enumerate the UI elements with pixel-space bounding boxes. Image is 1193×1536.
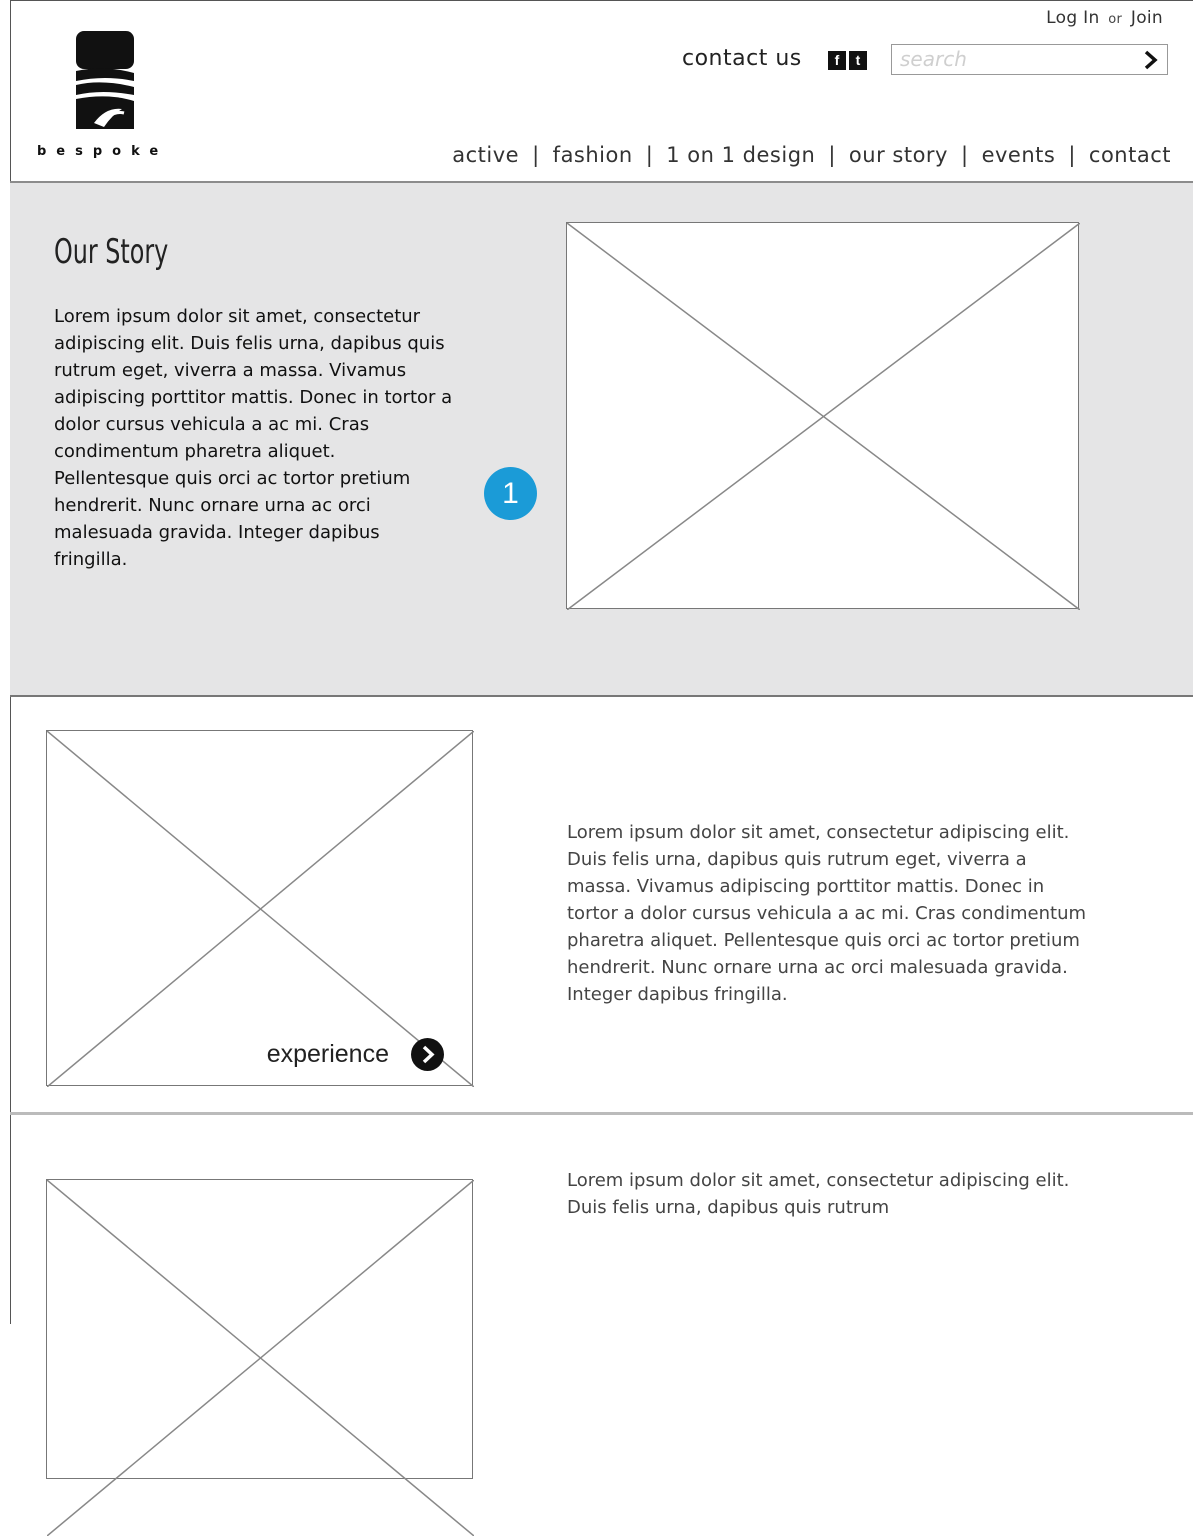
image-placeholder-icon <box>47 731 474 1087</box>
nav-separator: | <box>645 143 654 167</box>
search-box <box>891 44 1168 75</box>
section-description: Lorem ipsum dolor sit amet, consectetur … <box>567 1170 1070 1218</box>
nav-item-active[interactable]: active <box>452 143 519 167</box>
bespoke-logo-icon[interactable] <box>72 31 138 135</box>
page-title: Our Story <box>54 232 169 272</box>
section-image-placeholder <box>46 1179 474 1536</box>
story-section-2: Lorem ipsum dolor sit amet, consectetur … <box>10 1115 1193 1536</box>
nav-item-1on1-design[interactable]: 1 on 1 design <box>666 143 815 167</box>
twitter-icon[interactable]: t <box>849 51 867 70</box>
experience-label: experience <box>266 1040 389 1068</box>
section-image-placeholder: experience <box>46 730 474 1087</box>
nav-separator: | <box>1068 143 1076 167</box>
nav-separator: | <box>532 143 540 167</box>
nav-item-contact[interactable]: contact <box>1089 143 1171 167</box>
login-link[interactable]: Log In <box>1046 8 1099 28</box>
search-input[interactable] <box>900 48 1130 70</box>
image-placeholder-icon <box>567 223 1080 610</box>
annotation-badge: 1 <box>484 467 537 520</box>
facebook-icon[interactable]: f <box>828 51 846 70</box>
or-label: or <box>1108 12 1123 27</box>
nav-item-our-story[interactable]: our story <box>849 143 948 167</box>
hero-image-placeholder <box>566 222 1080 610</box>
nav-item-fashion[interactable]: fashion <box>553 143 633 167</box>
account-links: Log In or Join <box>1046 8 1163 28</box>
hero-description: Lorem ipsum dolor sit amet, consectetur … <box>54 306 453 570</box>
main-nav: active | fashion | 1 on 1 design | our s… <box>452 143 1171 167</box>
search-submit-button[interactable] <box>1141 49 1161 71</box>
arrow-right-circle-icon[interactable] <box>411 1038 444 1071</box>
site-header: Log In or Join bespoke contact us f t ac… <box>10 0 1193 181</box>
nav-item-events[interactable]: events <box>982 143 1056 167</box>
image-placeholder-icon <box>47 1180 474 1536</box>
experience-link[interactable]: experience <box>267 1038 444 1071</box>
contact-us-link[interactable]: contact us <box>682 46 802 71</box>
our-story-hero: Our Story Lorem ipsum dolor sit amet, co… <box>10 181 1193 697</box>
nav-separator: | <box>960 143 969 167</box>
chevron-right-icon <box>1144 50 1158 70</box>
brand-name: bespoke <box>37 144 169 159</box>
nav-separator: | <box>828 143 836 167</box>
story-section-1: experience Lorem ipsum dolor sit amet, c… <box>10 697 1193 1115</box>
join-link[interactable]: Join <box>1131 8 1163 28</box>
section-description: Lorem ipsum dolor sit amet, consectetur … <box>567 822 1087 1005</box>
